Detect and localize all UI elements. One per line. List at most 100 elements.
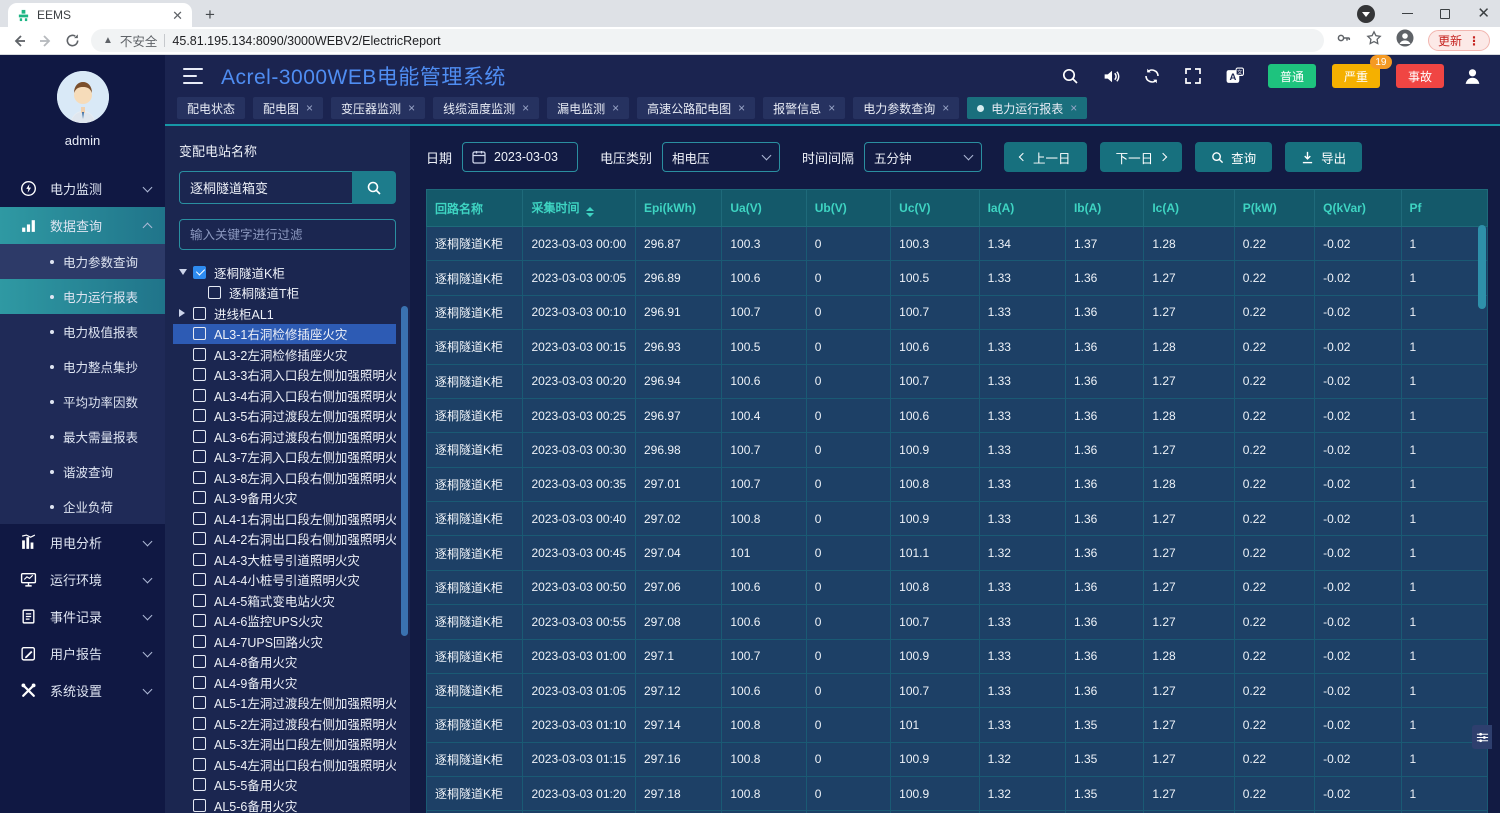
table-row[interactable]: 逐桐隧道K柜2023-03-03 01:00297.1100.70100.91.… (427, 639, 1488, 673)
tab-close-icon[interactable]: × (522, 102, 529, 114)
tree-checkbox[interactable] (193, 389, 206, 402)
sound-icon[interactable] (1101, 66, 1121, 86)
table-row[interactable]: 逐桐隧道K柜2023-03-03 01:05297.12100.60100.71… (427, 673, 1488, 707)
tree-node[interactable]: AL3-6右洞过渡段右侧加强照明火灾 (173, 426, 396, 447)
sidebar-item-用户报告[interactable]: 用户报告 (0, 635, 165, 672)
tree-checkbox[interactable] (193, 737, 206, 750)
tree-checkbox[interactable] (193, 553, 206, 566)
table-scrollbar-thumb[interactable] (1478, 225, 1486, 309)
password-key-icon[interactable] (1336, 30, 1352, 51)
tree-checkbox[interactable] (193, 327, 206, 340)
bookmark-star-icon[interactable] (1366, 30, 1382, 51)
column-header-Ib(A)[interactable]: Ib(A) (1065, 190, 1143, 227)
table-row[interactable]: 逐桐隧道K柜2023-03-03 01:20297.18100.80100.91… (427, 777, 1488, 811)
tree-node[interactable]: AL4-1右洞出口段左侧加强照明火灾 (173, 508, 396, 529)
submenu-item-电力极值报表[interactable]: 电力极值报表 (0, 314, 165, 349)
sidebar-item-事件记录[interactable]: 事件记录 (0, 598, 165, 635)
column-header-P(kW)[interactable]: P(kW) (1234, 190, 1314, 227)
tab-close-icon[interactable]: × (408, 102, 415, 114)
expander-right-icon[interactable] (179, 309, 193, 317)
next-day-button[interactable]: 下一日 (1100, 142, 1183, 172)
workspace-tab-变压器监测[interactable]: 变压器监测× (331, 97, 425, 119)
address-bar[interactable]: ▲ 不安全 45.81.195.134:8090/3000WEBV2/Elect… (91, 29, 1324, 52)
date-picker[interactable]: 2023-03-03 (462, 142, 578, 172)
window-minimize-button[interactable] (1402, 13, 1413, 15)
tree-node[interactable]: AL3-9备用火灾 (173, 488, 396, 509)
workspace-tab-线缆温度监测[interactable]: 线缆温度监测× (433, 97, 539, 119)
tree-checkbox[interactable] (193, 676, 206, 689)
tree-filter-input[interactable] (179, 219, 396, 250)
tree-scrollbar-thumb[interactable] (401, 306, 408, 636)
tree-node[interactable]: 逐桐隧道T柜 (173, 283, 396, 304)
fullscreen-icon[interactable] (1183, 66, 1203, 86)
column-header-Q(kVar)[interactable]: Q(kVar) (1315, 190, 1401, 227)
export-button[interactable]: 导出 (1285, 142, 1362, 172)
alarm-badge-事故[interactable]: 事故 (1396, 64, 1444, 88)
column-header-采集时间[interactable]: 采集时间 (523, 190, 636, 227)
column-header-Epi(kWh)[interactable]: Epi(kWh) (635, 190, 721, 227)
table-scrollbar[interactable] (1478, 225, 1486, 765)
query-button[interactable]: 查询 (1195, 142, 1272, 172)
tree-checkbox[interactable] (193, 266, 206, 279)
tree-node[interactable]: AL5-5备用火灾 (173, 775, 396, 796)
column-header-Uc(V)[interactable]: Uc(V) (891, 190, 979, 227)
tree-node[interactable]: AL3-5右洞过渡段左侧加强照明火灾 (173, 406, 396, 427)
tree-checkbox[interactable] (208, 286, 221, 299)
column-header-Ub(V)[interactable]: Ub(V) (806, 190, 890, 227)
workspace-tab-配电图[interactable]: 配电图× (253, 97, 323, 119)
tree-node[interactable]: AL5-6备用火灾 (173, 795, 396, 813)
tree-node[interactable]: AL4-4小桩号引道照明火灾 (173, 570, 396, 591)
submenu-item-最大需量报表[interactable]: 最大需量报表 (0, 419, 165, 454)
tree-node[interactable]: AL4-2右洞出口段右侧加强照明火灾 (173, 529, 396, 550)
browser-avatar-icon[interactable] (1396, 29, 1414, 52)
sort-icon[interactable] (586, 207, 594, 217)
tree-node[interactable]: AL4-7UPS回路火灾 (173, 631, 396, 652)
table-row[interactable]: 逐桐隧道K柜2023-03-03 00:45297.041010101.11.3… (427, 536, 1488, 570)
table-row[interactable]: 逐桐隧道K柜2023-03-03 00:15296.93100.50100.61… (427, 330, 1488, 364)
table-row[interactable]: 逐桐隧道K柜2023-03-03 00:25296.97100.40100.61… (427, 398, 1488, 432)
tree-node[interactable]: AL3-1右洞检修插座火灾 (173, 324, 396, 345)
workspace-tab-漏电监测[interactable]: 漏电监测× (547, 97, 629, 119)
search-icon[interactable] (1060, 66, 1080, 86)
submenu-item-电力运行报表[interactable]: 电力运行报表 (0, 279, 165, 314)
sidebar-item-运行环境[interactable]: 运行环境 (0, 561, 165, 598)
prev-day-button[interactable]: 上一日 (1004, 142, 1087, 172)
browser-update-button[interactable]: 更新 ⋮ (1428, 30, 1490, 51)
tree-checkbox[interactable] (193, 614, 206, 627)
submenu-item-平均功率因数[interactable]: 平均功率因数 (0, 384, 165, 419)
table-row[interactable]: 逐桐隧道K柜2023-03-03 01:10297.14100.801011.3… (427, 708, 1488, 742)
reload-icon[interactable] (64, 32, 81, 49)
tree-node[interactable]: AL3-8左洞入口段右侧加强照明火灾 (173, 467, 396, 488)
tree-checkbox[interactable] (193, 409, 206, 422)
tree-checkbox[interactable] (193, 348, 206, 361)
column-header-Ic(A)[interactable]: Ic(A) (1144, 190, 1234, 227)
tree-checkbox[interactable] (193, 532, 206, 545)
column-settings-button[interactable] (1472, 725, 1492, 749)
tree-checkbox[interactable] (193, 430, 206, 443)
tab-close-icon[interactable]: × (306, 102, 313, 114)
tree-node[interactable]: AL5-4左洞出口段右侧加强照明火灾 (173, 754, 396, 775)
alarm-badge-普通[interactable]: 普通 (1268, 64, 1316, 88)
table-row[interactable]: 逐桐隧道K柜2023-03-03 00:50297.06100.60100.81… (427, 570, 1488, 604)
tree-checkbox[interactable] (193, 778, 206, 791)
station-search-button[interactable] (352, 171, 396, 204)
submenu-item-企业负荷[interactable]: 企业负荷 (0, 489, 165, 524)
column-header-Ia(A)[interactable]: Ia(A) (979, 190, 1065, 227)
sidebar-item-用电分析[interactable]: 用电分析 (0, 524, 165, 561)
tree-node[interactable]: AL5-3左洞出口段左侧加强照明火灾 (173, 734, 396, 755)
workspace-tab-电力参数查询[interactable]: 电力参数查询× (853, 97, 959, 119)
table-row[interactable]: 逐桐隧道K柜2023-03-03 00:30296.98100.70100.91… (427, 433, 1488, 467)
station-search-input[interactable] (179, 171, 352, 204)
tree-node[interactable]: AL4-6监控UPS火灾 (173, 611, 396, 632)
table-row[interactable]: 逐桐隧道K柜2023-03-03 00:05296.89100.60100.51… (427, 261, 1488, 295)
tree-checkbox[interactable] (193, 799, 206, 812)
translate-icon[interactable]: A文 (1224, 66, 1244, 86)
refresh-sync-icon[interactable] (1142, 66, 1162, 86)
tree-checkbox[interactable] (193, 758, 206, 771)
menu-toggle-icon[interactable] (183, 68, 203, 84)
table-row[interactable]: 逐桐隧道K柜2023-03-03 00:20296.94100.60100.71… (427, 364, 1488, 398)
tree-checkbox[interactable] (193, 491, 206, 504)
table-row[interactable]: 逐桐隧道K柜2023-03-03 00:10296.91100.70100.71… (427, 295, 1488, 329)
tree-node[interactable]: AL4-9备用火灾 (173, 672, 396, 693)
forward-icon[interactable] (37, 32, 54, 49)
